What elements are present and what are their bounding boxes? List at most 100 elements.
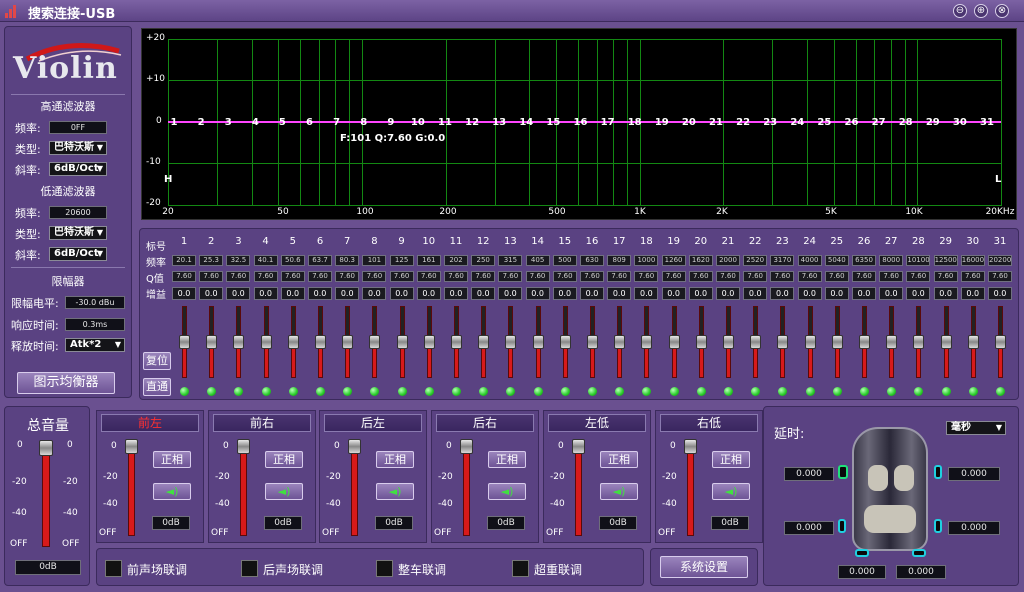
channel-name-button[interactable]: 后右: [436, 414, 534, 432]
band-q-field[interactable]: 7.60: [797, 271, 822, 282]
limiter-level-field[interactable]: -30.0 dBu: [65, 296, 125, 309]
rear-link-checkbox[interactable]: [241, 560, 258, 577]
band-marker[interactable]: 19: [655, 117, 669, 128]
band-slider-thumb[interactable]: [641, 335, 653, 349]
band-enable-led[interactable]: [261, 387, 271, 396]
band-marker[interactable]: 29: [926, 117, 940, 128]
band-marker[interactable]: 30: [953, 117, 967, 128]
channel-volume-thumb[interactable]: [348, 439, 361, 454]
band-gain-field[interactable]: 0.0: [280, 287, 305, 300]
band-freq-field[interactable]: 5040: [824, 255, 849, 266]
band-marker[interactable]: 31: [980, 117, 994, 128]
channel-volume-thumb[interactable]: [572, 439, 585, 454]
phase-button[interactable]: 正相: [712, 451, 750, 468]
channel-volume-slider[interactable]: [463, 446, 470, 536]
band-marker[interactable]: 14: [519, 117, 533, 128]
highpass-freq-field[interactable]: 0FF: [49, 121, 107, 134]
close-icon[interactable]: ⊗: [995, 4, 1009, 18]
phase-button[interactable]: 正相: [376, 451, 414, 468]
band-slider-thumb[interactable]: [179, 335, 190, 349]
band-q-field[interactable]: 7.60: [552, 271, 577, 282]
band-slider-thumb[interactable]: [287, 335, 299, 349]
band-q-field[interactable]: 7.60: [308, 271, 332, 282]
band-q-field[interactable]: 7.60: [362, 271, 387, 282]
mute-button[interactable]: ◄): [265, 483, 303, 500]
band-freq-field[interactable]: 202: [444, 255, 468, 266]
band-enable-led[interactable]: [424, 387, 434, 396]
band-slider-thumb[interactable]: [532, 335, 544, 349]
band-slider-thumb[interactable]: [342, 335, 354, 349]
minimize-icon[interactable]: ⊖: [953, 4, 967, 18]
band-freq-field[interactable]: 101: [362, 255, 387, 266]
band-gain-field[interactable]: 0.0: [716, 287, 740, 300]
band-q-field[interactable]: 7.60: [172, 271, 196, 282]
band-enable-led[interactable]: [452, 387, 461, 396]
channel-volume-thumb[interactable]: [684, 439, 697, 454]
system-settings-button[interactable]: 系统设置: [660, 556, 748, 578]
band-q-field[interactable]: 7.60: [444, 271, 468, 282]
channel-name-button[interactable]: 后左: [324, 414, 422, 432]
channel-volume-thumb[interactable]: [125, 439, 138, 454]
band-freq-field[interactable]: 405: [525, 255, 550, 266]
band-marker[interactable]: 1: [171, 117, 178, 128]
band-marker[interactable]: 15: [546, 117, 560, 128]
lowpass-slope-select[interactable]: 6dB/Oct ▼: [49, 247, 107, 261]
band-q-field[interactable]: 7.60: [716, 271, 740, 282]
band-slider-thumb[interactable]: [831, 335, 843, 349]
band-slider-thumb[interactable]: [423, 335, 435, 349]
band-enable-led[interactable]: [316, 387, 325, 396]
band-marker[interactable]: 25: [817, 117, 831, 128]
band-marker[interactable]: 5: [279, 117, 286, 128]
band-freq-field[interactable]: 161: [416, 255, 441, 266]
phase-button[interactable]: 正相: [153, 451, 191, 468]
band-freq-field[interactable]: 2520: [743, 255, 768, 266]
band-marker[interactable]: 28: [899, 117, 913, 128]
phase-button[interactable]: 正相: [265, 451, 303, 468]
band-marker[interactable]: 17: [601, 117, 615, 128]
band-gain-field[interactable]: 0.0: [607, 287, 632, 300]
band-enable-led[interactable]: [397, 387, 407, 396]
mute-button[interactable]: ◄): [600, 483, 638, 500]
band-marker[interactable]: 22: [736, 117, 750, 128]
band-marker[interactable]: 6: [306, 117, 313, 128]
band-gain-field[interactable]: 0.0: [879, 287, 904, 300]
highpass-type-select[interactable]: 巴特沃斯 ▼: [49, 141, 107, 155]
band-freq-field[interactable]: 32.5: [226, 255, 251, 266]
channel-volume-thumb[interactable]: [460, 439, 473, 454]
band-freq-field[interactable]: 250: [471, 255, 496, 266]
band-q-field[interactable]: 7.60: [770, 271, 795, 282]
band-q-field[interactable]: 7.60: [335, 271, 360, 282]
channel-volume-slider[interactable]: [240, 446, 247, 536]
band-q-field[interactable]: 7.60: [607, 271, 632, 282]
band-slider-thumb[interactable]: [777, 335, 789, 349]
car-link-checkbox[interactable]: [376, 560, 393, 577]
band-q-field[interactable]: 7.60: [634, 271, 659, 282]
reset-button[interactable]: 复位: [143, 352, 171, 370]
band-gain-field[interactable]: 0.0: [688, 287, 713, 300]
band-freq-field[interactable]: 16000: [960, 255, 985, 266]
band-gain-field[interactable]: 0.0: [308, 287, 332, 300]
band-gain-field[interactable]: 0.0: [525, 287, 550, 300]
channel-name-button[interactable]: 右低: [660, 414, 758, 432]
delay-rear-left-field[interactable]: 0.000: [784, 521, 834, 535]
channel-volume-value[interactable]: 0dB: [599, 516, 637, 530]
band-q-field[interactable]: 7.60: [471, 271, 496, 282]
band-freq-field[interactable]: 10100: [906, 255, 931, 266]
band-gain-field[interactable]: 0.0: [960, 287, 985, 300]
band-enable-led[interactable]: [560, 387, 570, 396]
band-freq-field[interactable]: 4000: [797, 255, 822, 266]
band-gain-field[interactable]: 0.0: [335, 287, 360, 300]
band-slider-thumb[interactable]: [695, 335, 707, 349]
band-marker[interactable]: 12: [465, 117, 479, 128]
band-freq-field[interactable]: 1620: [688, 255, 713, 266]
band-enable-led[interactable]: [996, 387, 1005, 396]
band-freq-field[interactable]: 20.1: [172, 255, 196, 266]
band-freq-field[interactable]: 25.3: [199, 255, 224, 266]
band-gain-field[interactable]: 0.0: [661, 287, 686, 300]
band-freq-field[interactable]: 1000: [634, 255, 659, 266]
band-q-field[interactable]: 7.60: [879, 271, 904, 282]
band-enable-led[interactable]: [669, 387, 679, 396]
band-slider-thumb[interactable]: [668, 335, 680, 349]
band-freq-field[interactable]: 20200: [988, 255, 1012, 266]
band-q-field[interactable]: 7.60: [933, 271, 958, 282]
